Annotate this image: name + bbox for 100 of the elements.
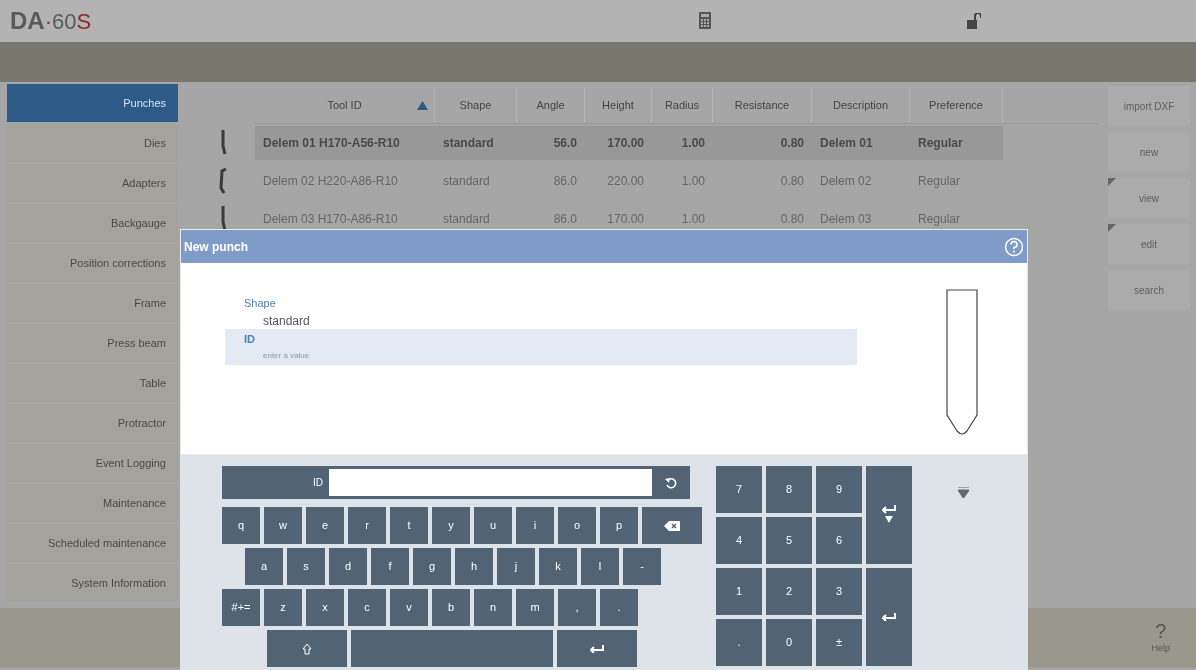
table-cell-text: 86.0 (552, 173, 578, 190)
table-cell-text: 1.00 (680, 135, 706, 152)
keyboard-key[interactable]: e (306, 507, 344, 544)
shift-icon (302, 642, 312, 655)
table-cell-text: Regular (917, 211, 962, 228)
keyboard-key[interactable]: - (623, 548, 661, 585)
keyboard-key[interactable]: 5 (766, 517, 812, 564)
table-cell-text: standard (442, 211, 491, 228)
form-field[interactable]: Shape standard (225, 293, 857, 329)
column-header[interactable]: Description (833, 97, 888, 114)
table-cell-text: 56.0 (552, 135, 578, 152)
column-header[interactable]: Radius (664, 97, 700, 114)
table-cell-text: 170.00 (606, 211, 645, 228)
sidebar-item[interactable]: Frame (7, 284, 178, 322)
keyboard-key[interactable]: 4 (716, 517, 762, 564)
keyboard-key[interactable]: 0 (766, 619, 812, 666)
keyboard-key[interactable]: h (455, 548, 493, 585)
logo: DA·60S (10, 9, 92, 33)
keyboard-key[interactable]: 8 (766, 466, 812, 513)
keyboard-key[interactable]: p (600, 507, 638, 544)
form-field[interactable]: ID enter a value (225, 329, 857, 365)
table-cell-text: Delem 03 (819, 211, 873, 228)
keyboard-key[interactable]: x (306, 589, 344, 626)
keyboard-key[interactable]: z (264, 589, 302, 626)
field-value: standard (262, 312, 311, 330)
undo-button[interactable] (652, 466, 690, 499)
table-cell-text: 86.0 (552, 211, 578, 228)
keyboard-key[interactable]: l (581, 548, 619, 585)
table-cell-text: 0.80 (779, 211, 805, 228)
column-header[interactable]: Height (602, 97, 634, 114)
keyboard-key[interactable]: d (329, 548, 367, 585)
sidebar-item[interactable]: Event Logging (7, 444, 178, 482)
keyboard-field-label: ID (222, 466, 329, 499)
sidebar-item[interactable]: Maintenance (7, 484, 178, 522)
sidebar-item[interactable]: Table (7, 364, 178, 402)
keyboard-key[interactable]: 1 (716, 568, 762, 615)
keyboard-key[interactable]: 9 (816, 466, 862, 513)
keyboard-key[interactable]: . (600, 589, 638, 626)
collapse-keyboard-icon[interactable] (958, 487, 969, 498)
keyboard-key[interactable]: 6 (816, 517, 862, 564)
sidebar-item[interactable]: Dies (7, 124, 178, 162)
keyboard-key[interactable]: f (371, 548, 409, 585)
keyboard-input-field[interactable] (329, 466, 652, 499)
keyboard-key[interactable]: i (516, 507, 554, 544)
keyboard-key[interactable]: k (539, 548, 577, 585)
column-header[interactable]: Tool ID (327, 97, 362, 114)
table-row[interactable]: Delem 01 H170-A56-R10 standard 56.0 170.00 1.00 0.80 Delem 01 Regular (255, 126, 1003, 160)
keyboard-key[interactable]: c (348, 589, 386, 626)
keyboard-key[interactable]: 3 (816, 568, 862, 615)
keyboard-key[interactable]: g (413, 548, 451, 585)
column-header[interactable]: Shape (459, 97, 492, 114)
keyboard-key[interactable]: a (245, 548, 283, 585)
corner-menu-icon (1108, 224, 1116, 232)
sidebar-item[interactable]: Protractor (7, 404, 178, 442)
keyboard-key[interactable]: ± (816, 619, 862, 666)
undo-icon (665, 476, 677, 489)
table-cell-text: 1.00 (680, 173, 706, 190)
field-label: ID (244, 332, 256, 347)
backspace-icon (664, 520, 680, 531)
sidebar-item[interactable]: Backgauge (7, 204, 178, 242)
keyboard-key[interactable]: v (390, 589, 428, 626)
sidebar-item[interactable]: System Information (7, 564, 178, 602)
sidebar-item[interactable]: Scheduled maintenance (7, 524, 178, 562)
keyboard-key[interactable]: o (558, 507, 596, 544)
table-cell-text: Regular (917, 135, 964, 152)
column-header[interactable]: Resistance (734, 97, 790, 114)
table-cell-text: Regular (917, 173, 962, 190)
keyboard-key[interactable]: j (497, 548, 535, 585)
calculator-icon[interactable] (699, 12, 711, 29)
keyboard-key[interactable]: m (516, 589, 554, 626)
backspace-key[interactable] (642, 507, 702, 544)
keyboard-key[interactable]: u (474, 507, 512, 544)
keyboard-key[interactable]: #+= (222, 589, 260, 626)
keyboard-key[interactable]: t (390, 507, 428, 544)
keyboard-key[interactable]: 7 (716, 466, 762, 513)
column-header[interactable]: Angle (536, 97, 565, 114)
keyboard-key[interactable]: , (558, 589, 596, 626)
keyboard-key[interactable]: . (716, 619, 762, 666)
keyboard-key[interactable]: n (474, 589, 512, 626)
sidebar-item[interactable]: Press beam (7, 324, 178, 362)
sidebar-item[interactable]: Position corrections (7, 244, 178, 282)
field-placeholder: enter a value (262, 349, 311, 362)
table-cell-text: standard (442, 135, 495, 152)
unlocked-padlock-icon[interactable] (967, 13, 981, 29)
sidebar-item[interactable]: Adapters (7, 164, 178, 202)
table-cell-text: 220.00 (606, 173, 645, 190)
sidebar-item[interactable]: Punches (7, 84, 178, 122)
sort-ascending-icon[interactable] (417, 101, 428, 110)
keyboard-key[interactable]: y (432, 507, 470, 544)
punch-profile-icon (217, 168, 228, 194)
keyboard-key[interactable]: r (348, 507, 386, 544)
column-header[interactable]: Preference (929, 97, 983, 114)
keyboard-key[interactable]: b (432, 589, 470, 626)
keyboard-key[interactable]: w (264, 507, 302, 544)
keyboard-key[interactable]: q (222, 507, 260, 544)
keyboard-key[interactable]: 2 (766, 568, 812, 615)
enter-icon (882, 613, 896, 621)
keyboard-key[interactable]: s (287, 548, 325, 585)
table-cell-text: Delem 03 H170-A86-R10 (262, 211, 399, 228)
help-icon[interactable] (1004, 236, 1024, 257)
